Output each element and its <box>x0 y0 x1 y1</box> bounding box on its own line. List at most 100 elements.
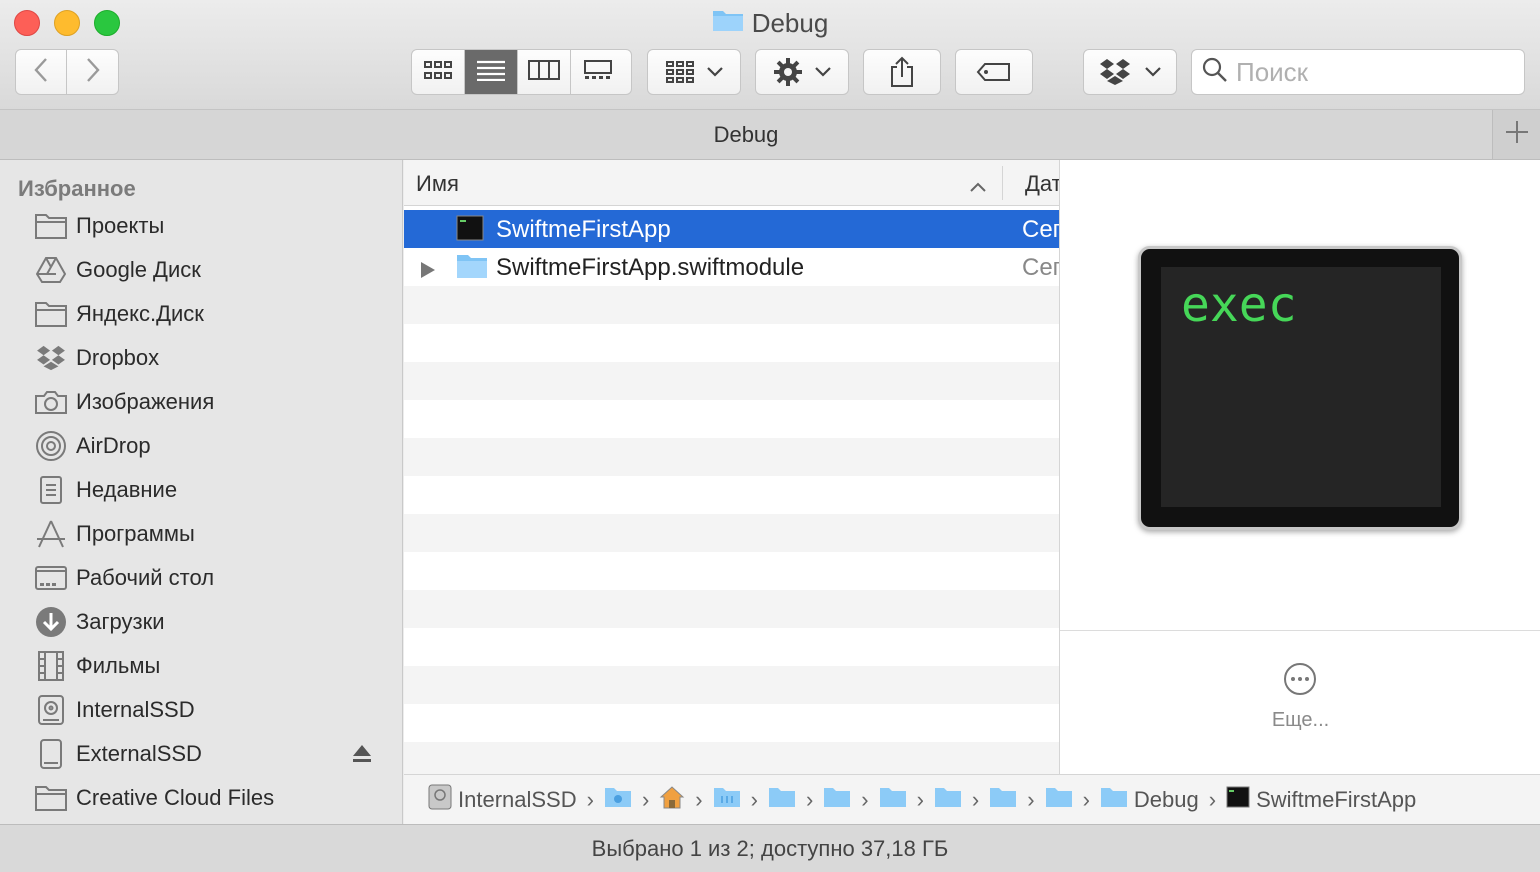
group-button[interactable] <box>647 49 741 95</box>
applications-icon <box>34 517 68 551</box>
path-item-label: InternalSSD <box>458 786 577 812</box>
list-view-button[interactable] <box>465 50 518 94</box>
search-input[interactable] <box>1236 56 1496 88</box>
dropbox-button[interactable] <box>1083 49 1177 95</box>
dropbox-icon <box>34 341 68 375</box>
path-separator-icon: › <box>1082 786 1090 812</box>
column-view-button[interactable] <box>518 50 571 94</box>
forward-button[interactable] <box>67 50 118 94</box>
column-header-date[interactable]: Дат <box>1025 171 1059 197</box>
table-row[interactable]: SwiftmeFirstApp.swiftmodule Сег <box>404 248 1059 286</box>
search-icon <box>1202 57 1228 88</box>
column-header-name[interactable]: Имя <box>416 171 459 197</box>
empty-row <box>404 362 1059 400</box>
tag-button[interactable] <box>955 49 1033 95</box>
path-separator-icon: › <box>750 786 758 812</box>
empty-row <box>404 666 1059 704</box>
file-name: SwiftmeFirstApp <box>496 216 671 243</box>
sidebar-item-google-drive[interactable]: Google Диск <box>34 248 394 292</box>
disclosure-triangle-icon[interactable] <box>420 258 436 286</box>
folder-icon <box>879 786 907 814</box>
new-tab-button[interactable] <box>1492 110 1540 159</box>
sidebar-item-pictures[interactable]: Изображения <box>34 380 394 424</box>
sidebar-item-desktop[interactable]: Рабочий стол <box>34 556 394 600</box>
sidebar-item-label: Google Диск <box>76 257 201 282</box>
sidebar-item-label: Яндекс.Диск <box>76 301 204 326</box>
path-separator-icon: › <box>861 786 869 812</box>
sidebar-item-externalssd[interactable]: ExternalSSD <box>34 732 394 776</box>
gear-icon <box>773 57 803 87</box>
path-item-label: Debug <box>1133 786 1199 812</box>
sidebar-item-yandex-disk[interactable]: Яндекс.Диск <box>34 292 394 336</box>
window-title-text: Debug <box>751 8 829 38</box>
column-divider[interactable] <box>1002 166 1003 200</box>
action-button[interactable] <box>755 49 849 95</box>
sidebar-item-label: Программы <box>76 521 195 546</box>
path-item-home[interactable] <box>659 785 685 815</box>
list-icon <box>476 59 506 86</box>
empty-row <box>404 400 1059 438</box>
sidebar-item-internalssd[interactable]: InternalSSD <box>34 688 394 732</box>
sidebar-header: Избранное <box>18 176 136 201</box>
movies-icon <box>34 649 68 683</box>
path-separator-icon: › <box>1208 786 1217 812</box>
sidebar-item-label: InternalSSD <box>76 697 195 722</box>
sidebar-item-applications[interactable]: Программы <box>34 512 394 556</box>
gallery-view-button[interactable] <box>571 50 624 94</box>
path-item-library[interactable] <box>713 786 741 814</box>
folder-icon <box>34 209 68 243</box>
preview-pane: exec Еще... <box>1059 160 1540 774</box>
path-item-folder[interactable] <box>823 786 851 814</box>
sidebar-item-downloads[interactable]: Загрузки <box>34 600 394 644</box>
path-separator-icon: › <box>695 786 703 812</box>
chevron-down-icon <box>1145 67 1161 77</box>
sidebar-item-recents[interactable]: Недавние <box>34 468 394 512</box>
sidebar-item-label: AirDrop <box>76 433 151 458</box>
tab-debug[interactable]: Debug <box>0 110 1492 159</box>
icon-view-button[interactable] <box>412 50 465 94</box>
path-item-debug[interactable]: Debug <box>1100 786 1199 814</box>
empty-row <box>404 514 1059 552</box>
more-icon[interactable] <box>1283 662 1317 696</box>
search-field[interactable] <box>1191 49 1525 95</box>
path-separator-icon: › <box>1027 786 1035 812</box>
back-button[interactable] <box>16 50 68 94</box>
path-item-folder[interactable] <box>879 786 907 814</box>
window-title: Debug <box>0 8 1540 39</box>
sidebar-item-dropbox[interactable]: Dropbox <box>34 336 394 380</box>
more-button-label[interactable]: Еще... <box>1060 709 1540 732</box>
desktop-icon <box>34 561 68 595</box>
file-date: Сег <box>1022 254 1059 281</box>
eject-icon[interactable] <box>351 743 373 765</box>
chevron-down-icon <box>815 67 831 77</box>
empty-row <box>404 552 1059 590</box>
path-bar: InternalSSD › › › › › › › › › › Debug › … <box>404 774 1540 824</box>
sidebar-item-creative-cloud[interactable]: Creative Cloud Files <box>34 776 394 820</box>
tab-bar: Debug <box>0 110 1540 160</box>
path-item-internalssd[interactable]: InternalSSD <box>428 784 577 816</box>
google-drive-icon <box>34 253 68 287</box>
sidebar-item-movies[interactable]: Фильмы <box>34 644 394 688</box>
sidebar-item-projects[interactable]: Проекты <box>34 204 394 248</box>
sidebar-item-airdrop[interactable]: AirDrop <box>34 424 394 468</box>
path-item-users[interactable] <box>604 786 632 814</box>
table-row[interactable]: SwiftmeFirstApp Сег <box>404 210 1059 248</box>
library-folder-icon <box>713 786 741 814</box>
view-mode-selector <box>411 49 632 95</box>
empty-row <box>404 742 1059 774</box>
empty-row <box>404 324 1059 362</box>
path-item-folder[interactable] <box>768 786 796 814</box>
plus-icon <box>1505 120 1529 149</box>
path-item-folder[interactable] <box>989 786 1017 814</box>
path-item-folder[interactable] <box>934 786 962 814</box>
share-button[interactable] <box>863 49 941 95</box>
chevron-right-icon <box>86 57 100 88</box>
path-item-swiftmefirstapp[interactable]: SwiftmeFirstApp <box>1226 786 1416 814</box>
sidebar-item-label: Creative Cloud Files <box>76 785 275 810</box>
executable-preview-icon: exec <box>1138 246 1462 530</box>
home-icon <box>659 785 685 815</box>
folder-icon <box>823 786 851 814</box>
sidebar-item-label: Рабочий стол <box>76 565 215 590</box>
path-item-folder[interactable] <box>1045 786 1073 814</box>
folder-icon <box>456 253 488 286</box>
